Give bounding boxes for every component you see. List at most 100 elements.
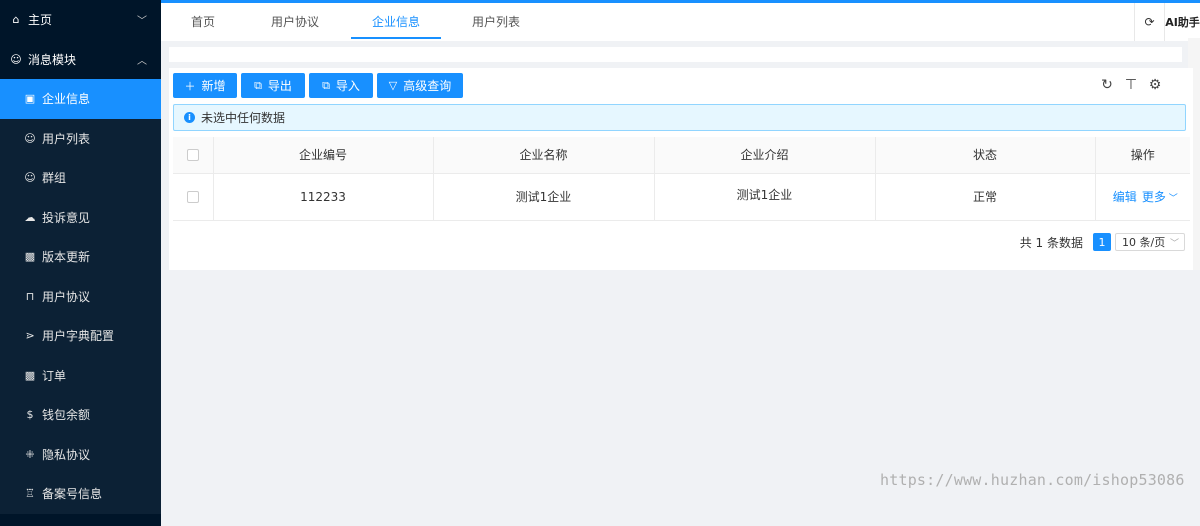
more-label: 更多 — [1141, 190, 1166, 204]
edit-link[interactable]: 编辑 — [1113, 190, 1137, 204]
sidebar-item-wallet[interactable]: $ 钱包余额 — [0, 395, 161, 435]
sidebar-item-label: 企业信息 — [42, 92, 91, 107]
total-count: 共 1 条数据 — [1019, 235, 1083, 250]
sidebar-item-label: 主页 — [28, 13, 53, 28]
sidebar-submenu: ▣ 企业信息 ☺ 用户列表 ☺ 群组 ☁ 投诉意见 ▩ 版本更新 ⊓ 用户协议 … — [0, 79, 161, 514]
search-panel — [169, 47, 1182, 62]
watermark: https://www.huzhan.com/ishop53086 — [880, 471, 1185, 489]
select-all-cell — [173, 137, 214, 174]
ai-assistant-button[interactable]: AI助手 — [1164, 3, 1200, 41]
tab-home[interactable]: 首页 — [161, 3, 245, 41]
table-row: 112233 测试1企业 测试1企业 正常 编辑 更多 ﹀ — [173, 173, 1190, 221]
page-size-select[interactable]: 10 条/页 ﹀ — [1115, 233, 1185, 251]
sidebar-item-group[interactable]: ☺ 群组 — [0, 158, 161, 198]
sidebar-item-user-list[interactable]: ☺ 用户列表 — [0, 119, 161, 159]
chevron-down-icon: ﹀ — [137, 16, 147, 28]
select-all-checkbox[interactable] — [186, 149, 199, 162]
sidebar-item-privacy[interactable]: ⁜ 隐私协议 — [0, 435, 161, 475]
cell-status: 正常 — [875, 173, 1096, 221]
advanced-search-button[interactable]: ▽ 高级查询 — [377, 73, 463, 98]
dictionary-icon: ⋗ — [25, 329, 35, 343]
export-icon: ⧉ — [254, 78, 262, 92]
privacy-icon: ⁜ — [25, 447, 35, 461]
company-icon: ▣ — [24, 92, 36, 106]
page-size-value: 10 条/页 — [1122, 236, 1166, 249]
import-icon: ⧉ — [322, 78, 330, 92]
tab-company-info[interactable]: 企业信息 — [351, 3, 441, 41]
sidebar-item-label: 钱包余额 — [42, 408, 91, 423]
sidebar-item-label: 投诉意见 — [42, 210, 91, 225]
tab-user-list[interactable]: 用户列表 — [443, 3, 549, 41]
pagination: 共 1 条数据 1 10 条/页 ﹀ — [1020, 233, 1185, 251]
home-icon: ⌂ — [12, 13, 20, 27]
chevron-up-icon: ︿ — [137, 55, 147, 67]
sidebar-group-label: 消息模块 — [28, 52, 77, 67]
export-button-label: 导出 — [267, 79, 292, 93]
page-button-current[interactable]: 1 — [1093, 233, 1111, 251]
sidebar-item-record[interactable]: ♖ 备案号信息 — [0, 474, 161, 514]
sidebar-item-label: 群组 — [42, 171, 67, 186]
row-select-cell — [173, 173, 214, 221]
sidebar: ⌂ 主页 ﹀ ☺ 消息模块 ︿ ▣ 企业信息 ☺ 用户列表 ☺ 群组 ☁ 投诉意… — [0, 0, 161, 526]
sidebar-item-label: 备案号信息 — [42, 487, 103, 502]
sidebar-item-label: 用户列表 — [42, 131, 91, 146]
tab-bar: 首页 用户协议 企业信息 用户列表 — [161, 3, 549, 41]
column-header[interactable]: 企业编号 — [213, 137, 434, 174]
sidebar-item-company[interactable]: ▣ 企业信息 — [0, 79, 161, 119]
column-header[interactable]: 企业介绍 — [654, 137, 876, 174]
plus-icon: ＋ — [184, 79, 196, 93]
top-bar: 首页 用户协议 企业信息 用户列表 ⟳ AI助手 — [161, 0, 1200, 41]
column-header[interactable]: 状态 — [875, 137, 1096, 174]
selection-alert: i 未选中任何数据 — [173, 104, 1186, 131]
sidebar-group-message[interactable]: ☺ 消息模块 ︿ — [0, 40, 161, 80]
sidebar-item-label: 版本更新 — [42, 250, 91, 265]
group-icon: ☺ — [24, 171, 36, 185]
sidebar-item-label: 用户字典配置 — [42, 329, 115, 344]
reload-icon[interactable]: ↻ — [1095, 77, 1119, 93]
add-button[interactable]: ＋ 新增 — [173, 73, 237, 98]
refresh-button[interactable]: ⟳ — [1134, 3, 1164, 41]
advanced-search-label: 高级查询 — [403, 79, 452, 93]
cell-actions: 编辑 更多 ﹀ — [1095, 173, 1190, 221]
more-link[interactable]: 更多 ﹀ — [1142, 190, 1178, 204]
sidebar-item-complaint[interactable]: ☁ 投诉意见 — [0, 198, 161, 238]
main-card: ＋ 新增 ⧉ 导出 ⧉ 导入 ▽ 高级查询 ↻ ⊤ ⚙ i 未选中任何数据 企业… — [169, 68, 1193, 270]
chevron-down-icon: ﹀ — [1165, 194, 1178, 204]
cell-company-id: 112233 — [213, 173, 434, 221]
chevron-down-icon: ﹀ — [1169, 238, 1179, 249]
cloud-icon: ☁ — [24, 210, 36, 224]
cell-company-intro: 测试1企业 — [654, 173, 876, 221]
import-button[interactable]: ⧉ 导入 — [309, 73, 373, 98]
user-list-icon: ☺ — [24, 131, 36, 145]
gear-icon[interactable]: ⚙ — [1143, 77, 1167, 93]
top-actions: ⟳ AI助手 — [1134, 3, 1200, 41]
alert-text: 未选中任何数据 — [201, 111, 286, 125]
export-button[interactable]: ⧉ 导出 — [241, 73, 305, 98]
sidebar-item-dictionary[interactable]: ⋗ 用户字典配置 — [0, 316, 161, 356]
table-tools: ↻ ⊤ ⚙ — [1095, 77, 1167, 93]
cell-company-name: 测试1企业 — [433, 173, 655, 221]
order-icon: ▩ — [24, 368, 36, 382]
density-icon[interactable]: ⊤ — [1119, 77, 1143, 93]
import-button-label: 导入 — [335, 79, 360, 93]
column-header: 操作 — [1095, 137, 1190, 174]
sidebar-item-home[interactable]: ⌂ 主页 ﹀ — [0, 0, 161, 40]
version-icon: ▩ — [24, 250, 36, 264]
wallet-icon: $ — [26, 408, 34, 422]
tab-user-agreement[interactable]: 用户协议 — [245, 3, 345, 41]
row-checkbox[interactable] — [186, 191, 199, 203]
sidebar-item-version[interactable]: ▩ 版本更新 — [0, 237, 161, 277]
user-agreement-icon: ⊓ — [25, 289, 35, 303]
add-button-label: 新增 — [201, 79, 226, 93]
sidebar-item-label: 用户协议 — [42, 289, 91, 304]
sidebar-item-user-agreement[interactable]: ⊓ 用户协议 — [0, 277, 161, 317]
message-icon: ☺ — [10, 52, 22, 66]
filter-icon: ▽ — [388, 79, 398, 92]
table-header-row: 企业编号 企业名称 企业介绍 状态 操作 — [173, 137, 1190, 174]
sidebar-item-order[interactable]: ▩ 订单 — [0, 356, 161, 396]
sidebar-item-label: 订单 — [42, 368, 67, 383]
data-table: 企业编号 企业名称 企业介绍 状态 操作 112233 测试1企业 测试1企业 … — [173, 137, 1190, 221]
column-header[interactable]: 企业名称 — [433, 137, 655, 174]
info-icon: i — [184, 112, 195, 123]
toolbar: ＋ 新增 ⧉ 导出 ⧉ 导入 ▽ 高级查询 — [173, 73, 467, 98]
